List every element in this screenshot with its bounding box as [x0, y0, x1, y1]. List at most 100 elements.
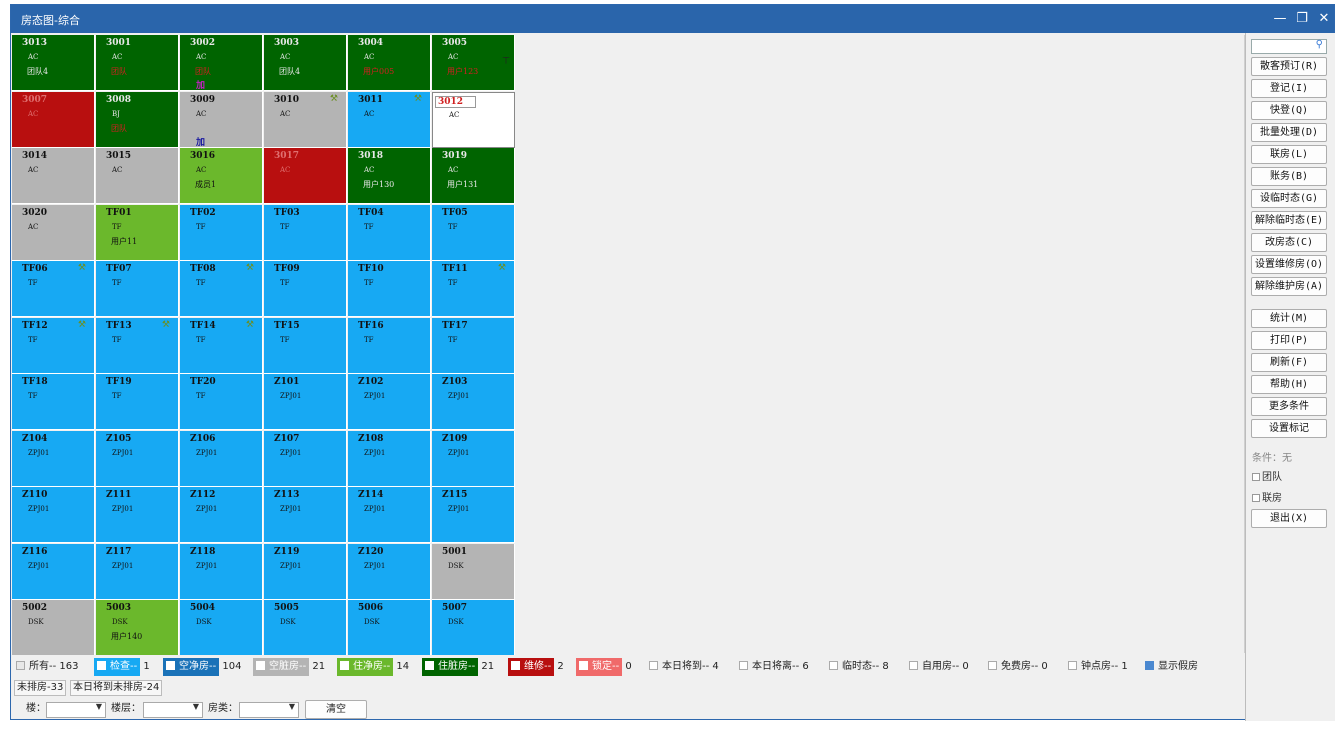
set-temp-state-button[interactable]: 设临时态(G) — [1251, 189, 1327, 208]
legend-inspect-chip[interactable]: 检查-- — [94, 658, 141, 676]
room-tile[interactable]: TF02 TF — [180, 204, 263, 261]
room-tile[interactable]: 5001 DSK — [432, 543, 515, 600]
search-input[interactable]: ⚲ — [1251, 39, 1327, 54]
room-tile[interactable]: Z114 ZPJ01 — [348, 487, 431, 543]
legend-hourly[interactable]: 钟点房-- 1 — [1068, 658, 1128, 676]
legend-occ-clean-chip[interactable]: 住净房-- — [337, 658, 394, 676]
checkbox-box[interactable] — [988, 661, 997, 670]
room-tile[interactable]: Z113 ZPJ01 — [264, 487, 347, 543]
room-tile[interactable]: Z105 ZPJ01 — [96, 430, 179, 487]
room-tile[interactable]: Z107 ZPJ01 — [264, 430, 347, 487]
checkbox-box[interactable] — [425, 661, 434, 670]
legend-self-use[interactable]: 自用房-- 0 — [909, 658, 969, 676]
room-tile[interactable]: 3005 AC 用户123 ㄒ — [432, 35, 515, 91]
checkbox-box[interactable] — [1252, 494, 1260, 502]
checkbox-box[interactable] — [16, 661, 25, 670]
room-tile[interactable]: TF12 TF ⚒ — [12, 317, 95, 374]
room-tile[interactable]: 3002 AC 团队加 — [180, 35, 263, 91]
room-tile[interactable]: Z119 ZPJ01 — [264, 543, 347, 600]
room-tile[interactable]: TF11 TF ⚒ — [432, 261, 515, 317]
room-tile[interactable]: 5003 DSK 用户140 — [96, 600, 179, 656]
chevron-down-icon[interactable]: ▼ — [289, 702, 295, 711]
room-tile[interactable]: 3008 BJ 团队 — [96, 91, 179, 148]
checkbox-box[interactable] — [256, 661, 265, 670]
room-tile[interactable]: TF15 TF — [264, 317, 347, 374]
close-icon[interactable]: ✕ — [1313, 8, 1335, 30]
chevron-down-icon[interactable]: ▼ — [96, 702, 102, 711]
checkbox-box[interactable] — [739, 661, 748, 670]
checkbox-box[interactable] — [829, 661, 838, 670]
room-tile[interactable]: Z112 ZPJ01 — [180, 487, 263, 543]
room-tile[interactable]: 3013 AC 团队4 — [12, 35, 95, 91]
room-tile[interactable]: Z120 ZPJ01 — [348, 543, 431, 600]
room-tile[interactable]: TF17 TF — [432, 317, 515, 374]
show-fake-room-toggle[interactable]: 显示假房 — [1145, 658, 1198, 676]
checkbox-box[interactable] — [1068, 661, 1077, 670]
legend-locked-chip[interactable]: 锁定-- — [576, 658, 623, 676]
register-button[interactable]: 登记(I) — [1251, 79, 1327, 98]
help-button[interactable]: 帮助(H) — [1251, 375, 1327, 394]
chevron-down-icon[interactable]: ▼ — [193, 702, 199, 711]
room-tile[interactable]: TF10 TF — [348, 261, 431, 317]
link-room-button[interactable]: 联房(L) — [1251, 145, 1327, 164]
set-mark-button[interactable]: 设置标记 — [1251, 419, 1327, 438]
room-tile[interactable]: 3018 AC 用户130 — [348, 148, 431, 204]
team-checkbox[interactable]: 团队 — [1252, 468, 1282, 483]
legend-locked[interactable]: 锁定-- 0 — [576, 658, 632, 676]
legend-repair-chip[interactable]: 维修-- — [508, 658, 555, 676]
checkbox-box[interactable] — [1145, 661, 1154, 670]
checkbox-box[interactable] — [166, 661, 175, 670]
room-tile[interactable]: 3017 AC — [264, 148, 347, 204]
link-room-checkbox[interactable]: 联房 — [1252, 489, 1282, 504]
room-tile[interactable]: TF16 TF — [348, 317, 431, 374]
restore-icon[interactable]: ❐ — [1291, 8, 1313, 30]
clear-temp-state-button[interactable]: 解除临时态(E) — [1251, 211, 1327, 230]
room-tile[interactable]: 5006 DSK — [348, 600, 431, 656]
floor-select[interactable]: ▼ — [143, 702, 203, 718]
room-tile[interactable]: TF20 TF — [180, 374, 263, 430]
legend-occ-clean[interactable]: 住净房-- 14 — [337, 658, 409, 676]
room-tile[interactable]: Z104 ZPJ01 — [12, 430, 95, 487]
room-tile[interactable]: 3020 AC — [12, 204, 95, 261]
minimize-icon[interactable]: — — [1269, 8, 1291, 30]
room-tile[interactable]: 3019 AC 用户131 — [432, 148, 515, 204]
room-tile[interactable]: 3007 AC — [12, 91, 95, 148]
room-tile[interactable]: 3010 AC ⚒ — [264, 91, 347, 148]
room-tile[interactable]: Z106 ZPJ01 — [180, 430, 263, 487]
statistics-button[interactable]: 统计(M) — [1251, 309, 1327, 328]
legend-temp-state[interactable]: 临时态-- 8 — [829, 658, 889, 676]
room-tile[interactable]: TF06 TF ⚒ — [12, 261, 95, 317]
checkbox-box[interactable] — [649, 661, 658, 670]
quick-checkin-button[interactable]: 快登(Q) — [1251, 101, 1327, 120]
legend-empty-clean[interactable]: 空净房-- 104 — [163, 658, 242, 676]
room-type-select[interactable]: ▼ — [239, 702, 299, 718]
checkbox-box[interactable] — [511, 661, 520, 670]
room-tile[interactable]: 3016 AC 成员1 — [180, 148, 263, 204]
room-tile[interactable]: 5002 DSK — [12, 600, 95, 656]
checkbox-box[interactable] — [340, 661, 349, 670]
exit-button[interactable]: 退出(X) — [1251, 509, 1327, 528]
room-tile[interactable]: TF01 TF 用户11 — [96, 204, 179, 261]
checkbox-box[interactable] — [909, 661, 918, 670]
walkin-booking-button[interactable]: 散客预订(R) — [1251, 57, 1327, 76]
room-tile[interactable]: Z118 ZPJ01 — [180, 543, 263, 600]
room-tile[interactable]: 5004 DSK — [180, 600, 263, 656]
checkbox-box[interactable] — [1252, 473, 1260, 481]
room-tile[interactable]: TF18 TF — [12, 374, 95, 430]
room-tile[interactable]: TF09 TF — [264, 261, 347, 317]
unassigned-button[interactable]: 未排房-33 — [14, 680, 67, 696]
room-tile[interactable]: TF08 TF ⚒ — [180, 261, 263, 317]
room-tile[interactable]: Z108 ZPJ01 — [348, 430, 431, 487]
room-tile[interactable]: Z109 ZPJ01 — [432, 430, 515, 487]
room-tile[interactable]: TF05 TF — [432, 204, 515, 261]
legend-empty-dirty[interactable]: 空脏房-- 21 — [253, 658, 325, 676]
building-select[interactable]: ▼ — [46, 702, 106, 718]
arrive-unassigned-button[interactable]: 本日将到未排房-24 — [70, 680, 163, 696]
clear-maintenance-button[interactable]: 解除维护房(A) — [1251, 277, 1327, 296]
batch-process-button[interactable]: 批量处理(D) — [1251, 123, 1327, 142]
room-tile[interactable]: 3009 AC 加 — [180, 91, 263, 148]
legend-empty-dirty-chip[interactable]: 空脏房-- — [253, 658, 310, 676]
legend-all[interactable]: 所有-- 163 — [16, 658, 78, 676]
room-tile[interactable]: Z115 ZPJ01 — [432, 487, 515, 543]
room-tile[interactable]: Z116 ZPJ01 — [12, 543, 95, 600]
